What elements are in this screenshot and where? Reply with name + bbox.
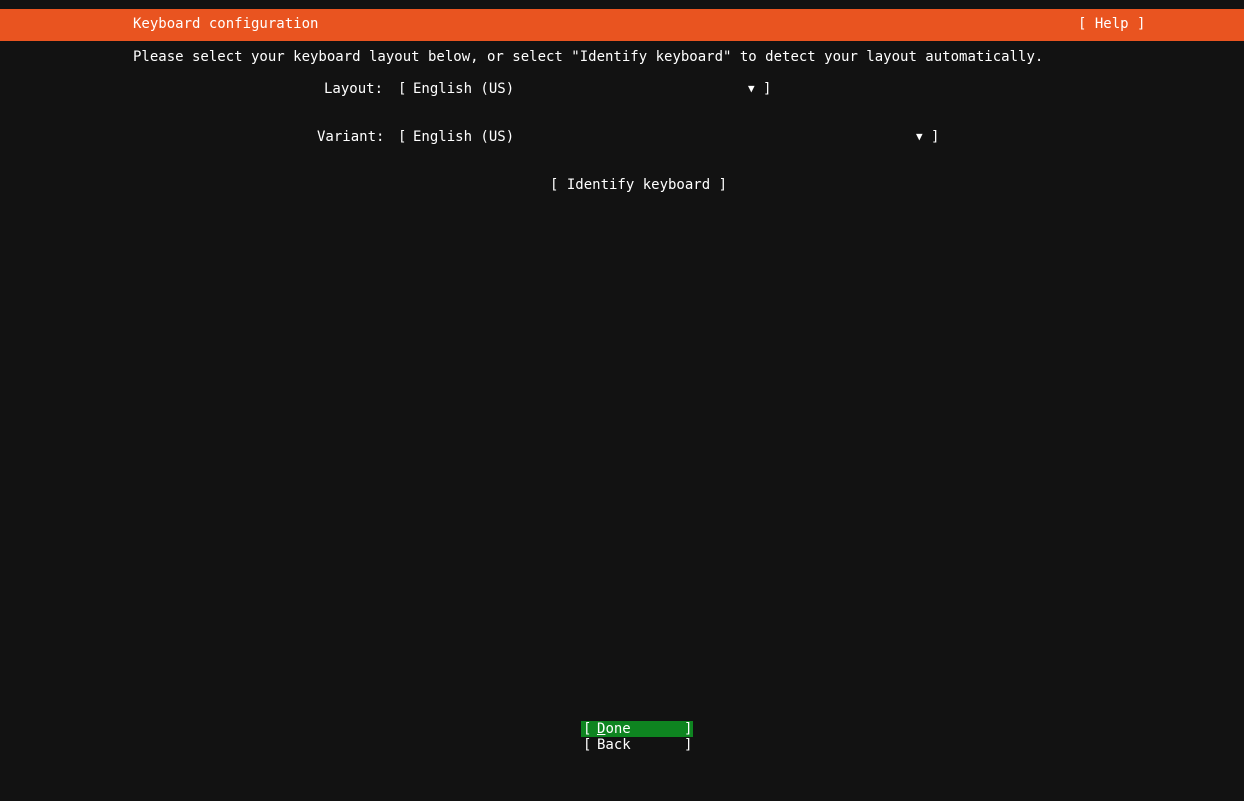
close-bracket: ] [763,81,772,97]
open-bracket: [ [398,129,407,145]
back-button[interactable]: [ Back ] [581,737,693,753]
done-button[interactable]: [ Done ] [581,721,693,737]
variant-label: Variant: [317,129,385,145]
help-button[interactable]: [ Help ] [1078,16,1145,32]
top-border [0,0,1244,9]
back-label: Back [597,737,631,753]
layout-select[interactable]: [ English (US) ▼ ] [398,81,772,97]
layout-label: Layout: [324,81,384,97]
intro-text: Please select your keyboard layout below… [133,49,1044,65]
variant-select[interactable]: [ English (US) ▼ ] [398,129,940,145]
open-bracket: [ [583,721,592,737]
page-title: Keyboard configuration [133,16,319,32]
close-bracket: ] [931,129,940,145]
open-bracket: [ [398,81,407,97]
open-bracket: [ [583,737,592,753]
layout-value: English (US) [413,81,515,97]
done-label: Done [597,721,631,737]
dropdown-arrow-icon: ▼ [916,130,923,143]
close-bracket: ] [684,737,693,753]
close-bracket: ] [684,721,693,737]
variant-value: English (US) [413,129,515,145]
identify-keyboard-button[interactable]: [ Identify keyboard ] [550,177,727,193]
dropdown-arrow-icon: ▼ [748,82,755,95]
